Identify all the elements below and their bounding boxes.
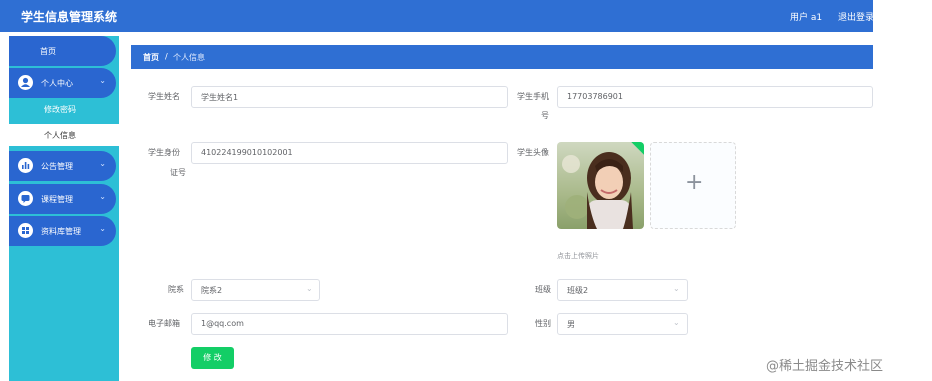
chevron-down-icon: ⌄: [99, 224, 106, 233]
student-name-label: 学生姓名: [148, 92, 180, 101]
person-icon: [18, 75, 33, 90]
student-phone-label-2: 号: [541, 111, 549, 120]
chevron-down-icon: ⌄: [99, 159, 106, 168]
breadcrumb-current: 个人信息: [173, 53, 205, 62]
id-card-label: 学生身份: [148, 148, 180, 157]
sidebar-item-courses[interactable]: 课程管理 ⌄: [9, 184, 116, 214]
avatar-upload-button[interactable]: +: [650, 142, 736, 229]
email-field[interactable]: 1@qq.com: [191, 313, 508, 335]
top-header: 学生信息管理系统 用户 a1 退出登录: [0, 0, 873, 32]
avatar-image: [557, 142, 644, 229]
app-title: 学生信息管理系统: [21, 10, 118, 24]
sidebar-item-home[interactable]: 首页: [9, 36, 116, 66]
sidebar-item-label: 公告管理: [41, 162, 73, 171]
chevron-down-icon: ⌄: [306, 284, 313, 293]
user-label: 用户 a1: [790, 13, 823, 23]
sidebar-item-label: 首页: [40, 47, 56, 56]
modify-button[interactable]: 修 改: [191, 347, 234, 369]
grid-icon: [18, 223, 33, 238]
class-select[interactable]: 班级2: [557, 279, 688, 301]
department-select[interactable]: 院系2: [191, 279, 320, 301]
id-card-input[interactable]: 410224199010102001: [191, 142, 508, 164]
upload-tip: 点击上传照片: [557, 252, 599, 260]
sidebar-subitem-change-password[interactable]: 修改密码: [9, 98, 119, 120]
breadcrumb-separator: /: [165, 52, 168, 61]
logout-button[interactable]: 退出登录: [838, 10, 873, 23]
sidebar-item-announcements[interactable]: 公告管理 ⌄: [9, 151, 116, 181]
chevron-down-icon: ⌄: [673, 284, 680, 293]
plus-icon: +: [685, 170, 704, 195]
sidebar-subitem-label: 个人信息: [44, 131, 76, 140]
chevron-down-icon: ⌄: [99, 192, 106, 201]
sidebar-item-label: 资料库管理: [41, 227, 81, 236]
avatar-label: 学生头像: [517, 148, 549, 157]
sidebar-subitem-label: 修改密码: [44, 105, 76, 114]
gender-select[interactable]: 男: [557, 313, 688, 335]
sidebar-item-label: 个人中心: [41, 79, 73, 88]
sidebar-item-label: 课程管理: [41, 195, 73, 204]
student-name-input[interactable]: 学生姓名1: [191, 86, 508, 108]
email-label: 电子邮箱: [148, 319, 180, 328]
id-card-label-2: 证号: [170, 168, 186, 177]
gender-label: 性别: [535, 319, 551, 328]
breadcrumb: 首页 / 个人信息: [131, 45, 873, 69]
student-phone-input[interactable]: 17703786901: [557, 86, 873, 108]
sidebar-subitem-personal-info[interactable]: 个人信息: [9, 124, 119, 146]
sidebar-item-library[interactable]: 资料库管理 ⌄: [9, 216, 116, 246]
sidebar-item-personal-center[interactable]: 个人中心 ⌄: [9, 68, 116, 98]
class-label: 班级: [535, 285, 551, 294]
message-icon: [18, 191, 33, 206]
chevron-down-icon: ⌄: [99, 76, 106, 85]
chevron-down-icon: ⌄: [673, 318, 680, 327]
department-label: 院系: [168, 285, 184, 294]
sidebar: 首页 个人中心 ⌄ 修改密码 个人信息 公告管理 ⌄ 课程管理 ⌄ 资料库管理 …: [9, 36, 119, 381]
breadcrumb-home[interactable]: 首页: [143, 52, 159, 63]
chart-icon: [18, 158, 33, 173]
student-phone-label: 学生手机: [517, 92, 549, 101]
avatar-photo[interactable]: [557, 142, 644, 229]
watermark: @稀土掘金技术社区: [766, 359, 884, 374]
